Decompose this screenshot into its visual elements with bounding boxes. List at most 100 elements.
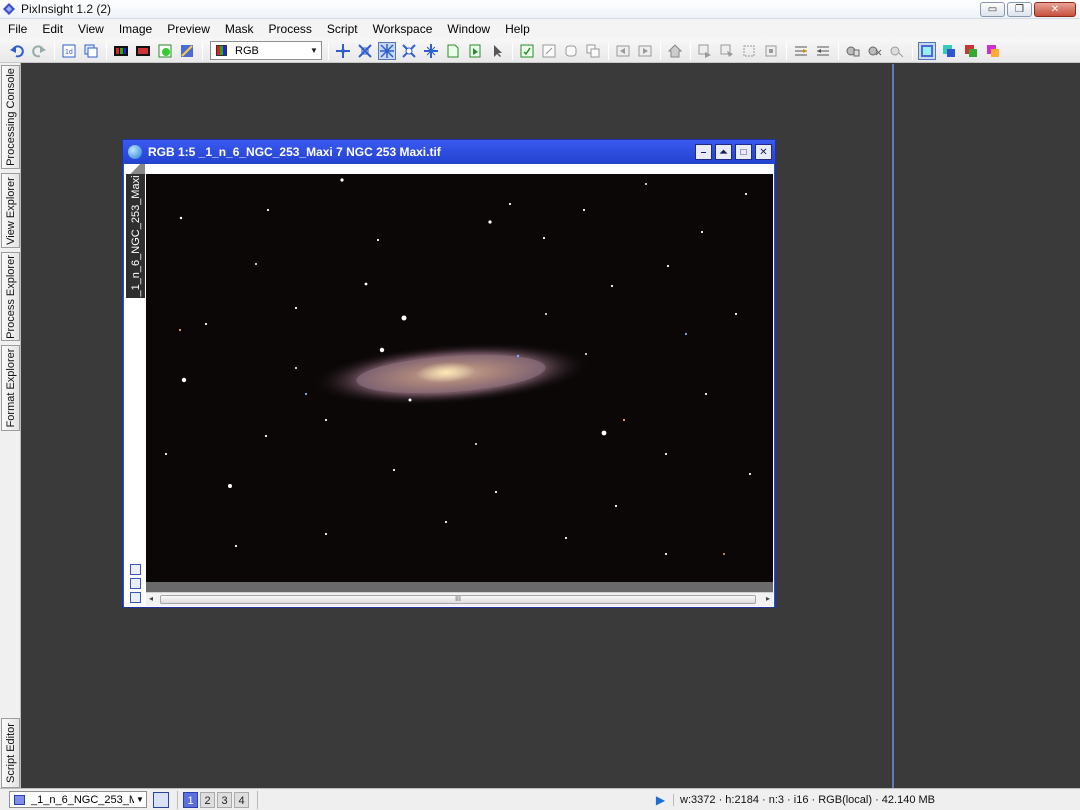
undo-button[interactable]	[8, 42, 26, 60]
image-info: w:3372 · h:2184 · n:3 · i16 · RGB(local)…	[673, 793, 935, 806]
window-title: PixInsight 1.2 (2)	[21, 2, 112, 16]
tool-n-button[interactable]	[844, 42, 862, 60]
menu-workspace[interactable]: Workspace	[365, 19, 440, 39]
view-identifier-tab[interactable]: _1_n_6_NGC_253_Maxi	[126, 174, 145, 298]
close-button[interactable]: ✕	[1034, 1, 1076, 17]
tool-a-button[interactable]	[518, 42, 536, 60]
stf-link-button[interactable]	[940, 42, 958, 60]
image-shade-button[interactable]: ⏶	[715, 144, 732, 160]
svg-text:1d: 1d	[65, 49, 73, 56]
image-window-titlebar[interactable]: RGB 1:5 _1_n_6_NGC_253_Maxi 7 NGC 253 Ma…	[123, 140, 775, 164]
workspace-tab-4[interactable]: 4	[234, 791, 249, 808]
image-maximize-button[interactable]: □	[735, 144, 752, 160]
chevron-down-icon: ▼	[136, 795, 144, 804]
tab-label: Script Editor	[4, 723, 17, 783]
workspace-tab-2[interactable]: 2	[200, 791, 215, 808]
main-toolbar: 1d RGB ▼	[0, 39, 1080, 63]
arrow-right-icon	[720, 44, 733, 57]
channel-combine-button[interactable]	[156, 42, 174, 60]
tab-processing-console[interactable]: Processing Console	[1, 65, 20, 169]
tool-e-button[interactable]	[614, 42, 632, 60]
tab-label: View Explorer	[4, 176, 17, 245]
view-select[interactable]: _1_n_6_NGC_253_Ma ▼	[9, 791, 147, 808]
play-icon[interactable]: ▶	[656, 793, 665, 807]
redo-icon	[32, 44, 46, 57]
menu-image[interactable]: Image	[111, 19, 159, 39]
tool-m-button[interactable]	[814, 42, 832, 60]
menu-edit[interactable]: Edit	[34, 19, 70, 39]
image-window[interactable]: RGB 1:5 _1_n_6_NGC_253_Maxi 7 NGC 253 Ma…	[122, 139, 776, 608]
channel-extract-button[interactable]	[134, 42, 152, 60]
image-transform-button[interactable]	[178, 42, 196, 60]
menu-help[interactable]: Help	[497, 19, 537, 39]
tool-g-button[interactable]	[666, 42, 684, 60]
zoom-fit-button[interactable]	[356, 42, 374, 60]
workspace-tab-1[interactable]: 1	[183, 791, 198, 808]
right-dock-splitter[interactable]	[892, 64, 894, 788]
workspace-tab-3[interactable]: 3	[217, 791, 232, 808]
rgb-channel-button[interactable]	[112, 42, 130, 60]
tab-view-explorer[interactable]: View Explorer	[1, 173, 20, 248]
tab-label: Processing Console	[4, 68, 17, 166]
mask-invert-icon	[890, 46, 904, 57]
image-minimize-button[interactable]: –	[695, 144, 712, 160]
minimize-button[interactable]: ▭	[980, 1, 1005, 17]
tool-c-button[interactable]	[562, 42, 580, 60]
pointer-icon	[494, 44, 502, 57]
zoom-out-button[interactable]	[422, 42, 440, 60]
duplicate-image-button[interactable]	[82, 42, 100, 60]
scroll-right-icon[interactable]: ▸	[766, 594, 770, 603]
tool-h-button[interactable]	[696, 42, 714, 60]
stf-reset-button[interactable]	[984, 42, 1002, 60]
stf-auto-button[interactable]	[962, 42, 980, 60]
fit-view-icon	[380, 43, 394, 58]
restore-button[interactable]: ❐	[1007, 1, 1032, 17]
new-preview-button[interactable]	[444, 42, 462, 60]
crop-icon	[765, 45, 777, 56]
chevron-down-icon: ▼	[310, 46, 318, 55]
redo-button[interactable]	[30, 42, 48, 60]
status-bar: _1_n_6_NGC_253_Ma ▼ 1 2 3 4 ▶ w:3372 · h…	[0, 788, 1080, 810]
scroll-thumb[interactable]: III	[160, 595, 756, 604]
zoom-in-button[interactable]	[400, 42, 418, 60]
mask-icon	[846, 46, 860, 56]
zoom-actual-small-icon[interactable]	[130, 592, 141, 603]
tool-d-button[interactable]	[584, 42, 602, 60]
menu-preview[interactable]: Preview	[159, 19, 217, 39]
tab-script-editor[interactable]: Script Editor	[1, 718, 20, 788]
scroll-left-icon[interactable]: ◂	[149, 594, 153, 603]
preview-edit-button[interactable]	[466, 42, 484, 60]
zoom-1-1-small-icon[interactable]	[130, 578, 141, 589]
undo-icon	[10, 44, 24, 57]
tab-format-explorer[interactable]: Format Explorer	[1, 345, 20, 431]
zoom-fit-small-icon[interactable]	[130, 564, 141, 575]
view-list-button[interactable]	[153, 791, 169, 808]
stf-button[interactable]	[918, 41, 936, 60]
tool-b-button[interactable]	[540, 42, 558, 60]
menu-window[interactable]: Window	[439, 19, 497, 39]
new-image-button[interactable]: 1d	[60, 42, 78, 60]
select-mode-button[interactable]	[488, 42, 506, 60]
tool-j-button[interactable]	[740, 42, 758, 60]
globe-icon	[128, 145, 142, 159]
tool-i-button[interactable]	[718, 42, 736, 60]
tool-p-button[interactable]	[888, 42, 906, 60]
menu-process[interactable]: Process	[261, 19, 319, 39]
duplicate-icon	[84, 44, 98, 57]
image-canvas[interactable]	[146, 174, 773, 582]
tool-k-button[interactable]	[762, 42, 780, 60]
fit-view-button[interactable]	[378, 41, 396, 60]
pan-mode-button[interactable]	[334, 42, 352, 60]
tool-l-button[interactable]	[792, 42, 810, 60]
horizontal-scrollbar[interactable]: ◂ III ▸	[146, 592, 773, 606]
menu-mask[interactable]: Mask	[217, 19, 261, 39]
colorspace-select[interactable]: RGB ▼	[210, 41, 322, 60]
image-close-button[interactable]: ✕	[755, 144, 772, 160]
tool-o-button[interactable]	[866, 42, 884, 60]
menu-view[interactable]: View	[70, 19, 111, 39]
menu-file[interactable]: File	[0, 19, 34, 39]
menu-script[interactable]: Script	[319, 19, 365, 39]
tab-process-explorer[interactable]: Process Explorer	[1, 252, 20, 341]
colorspace-value: RGB	[235, 44, 259, 57]
tool-f-button[interactable]	[636, 42, 654, 60]
